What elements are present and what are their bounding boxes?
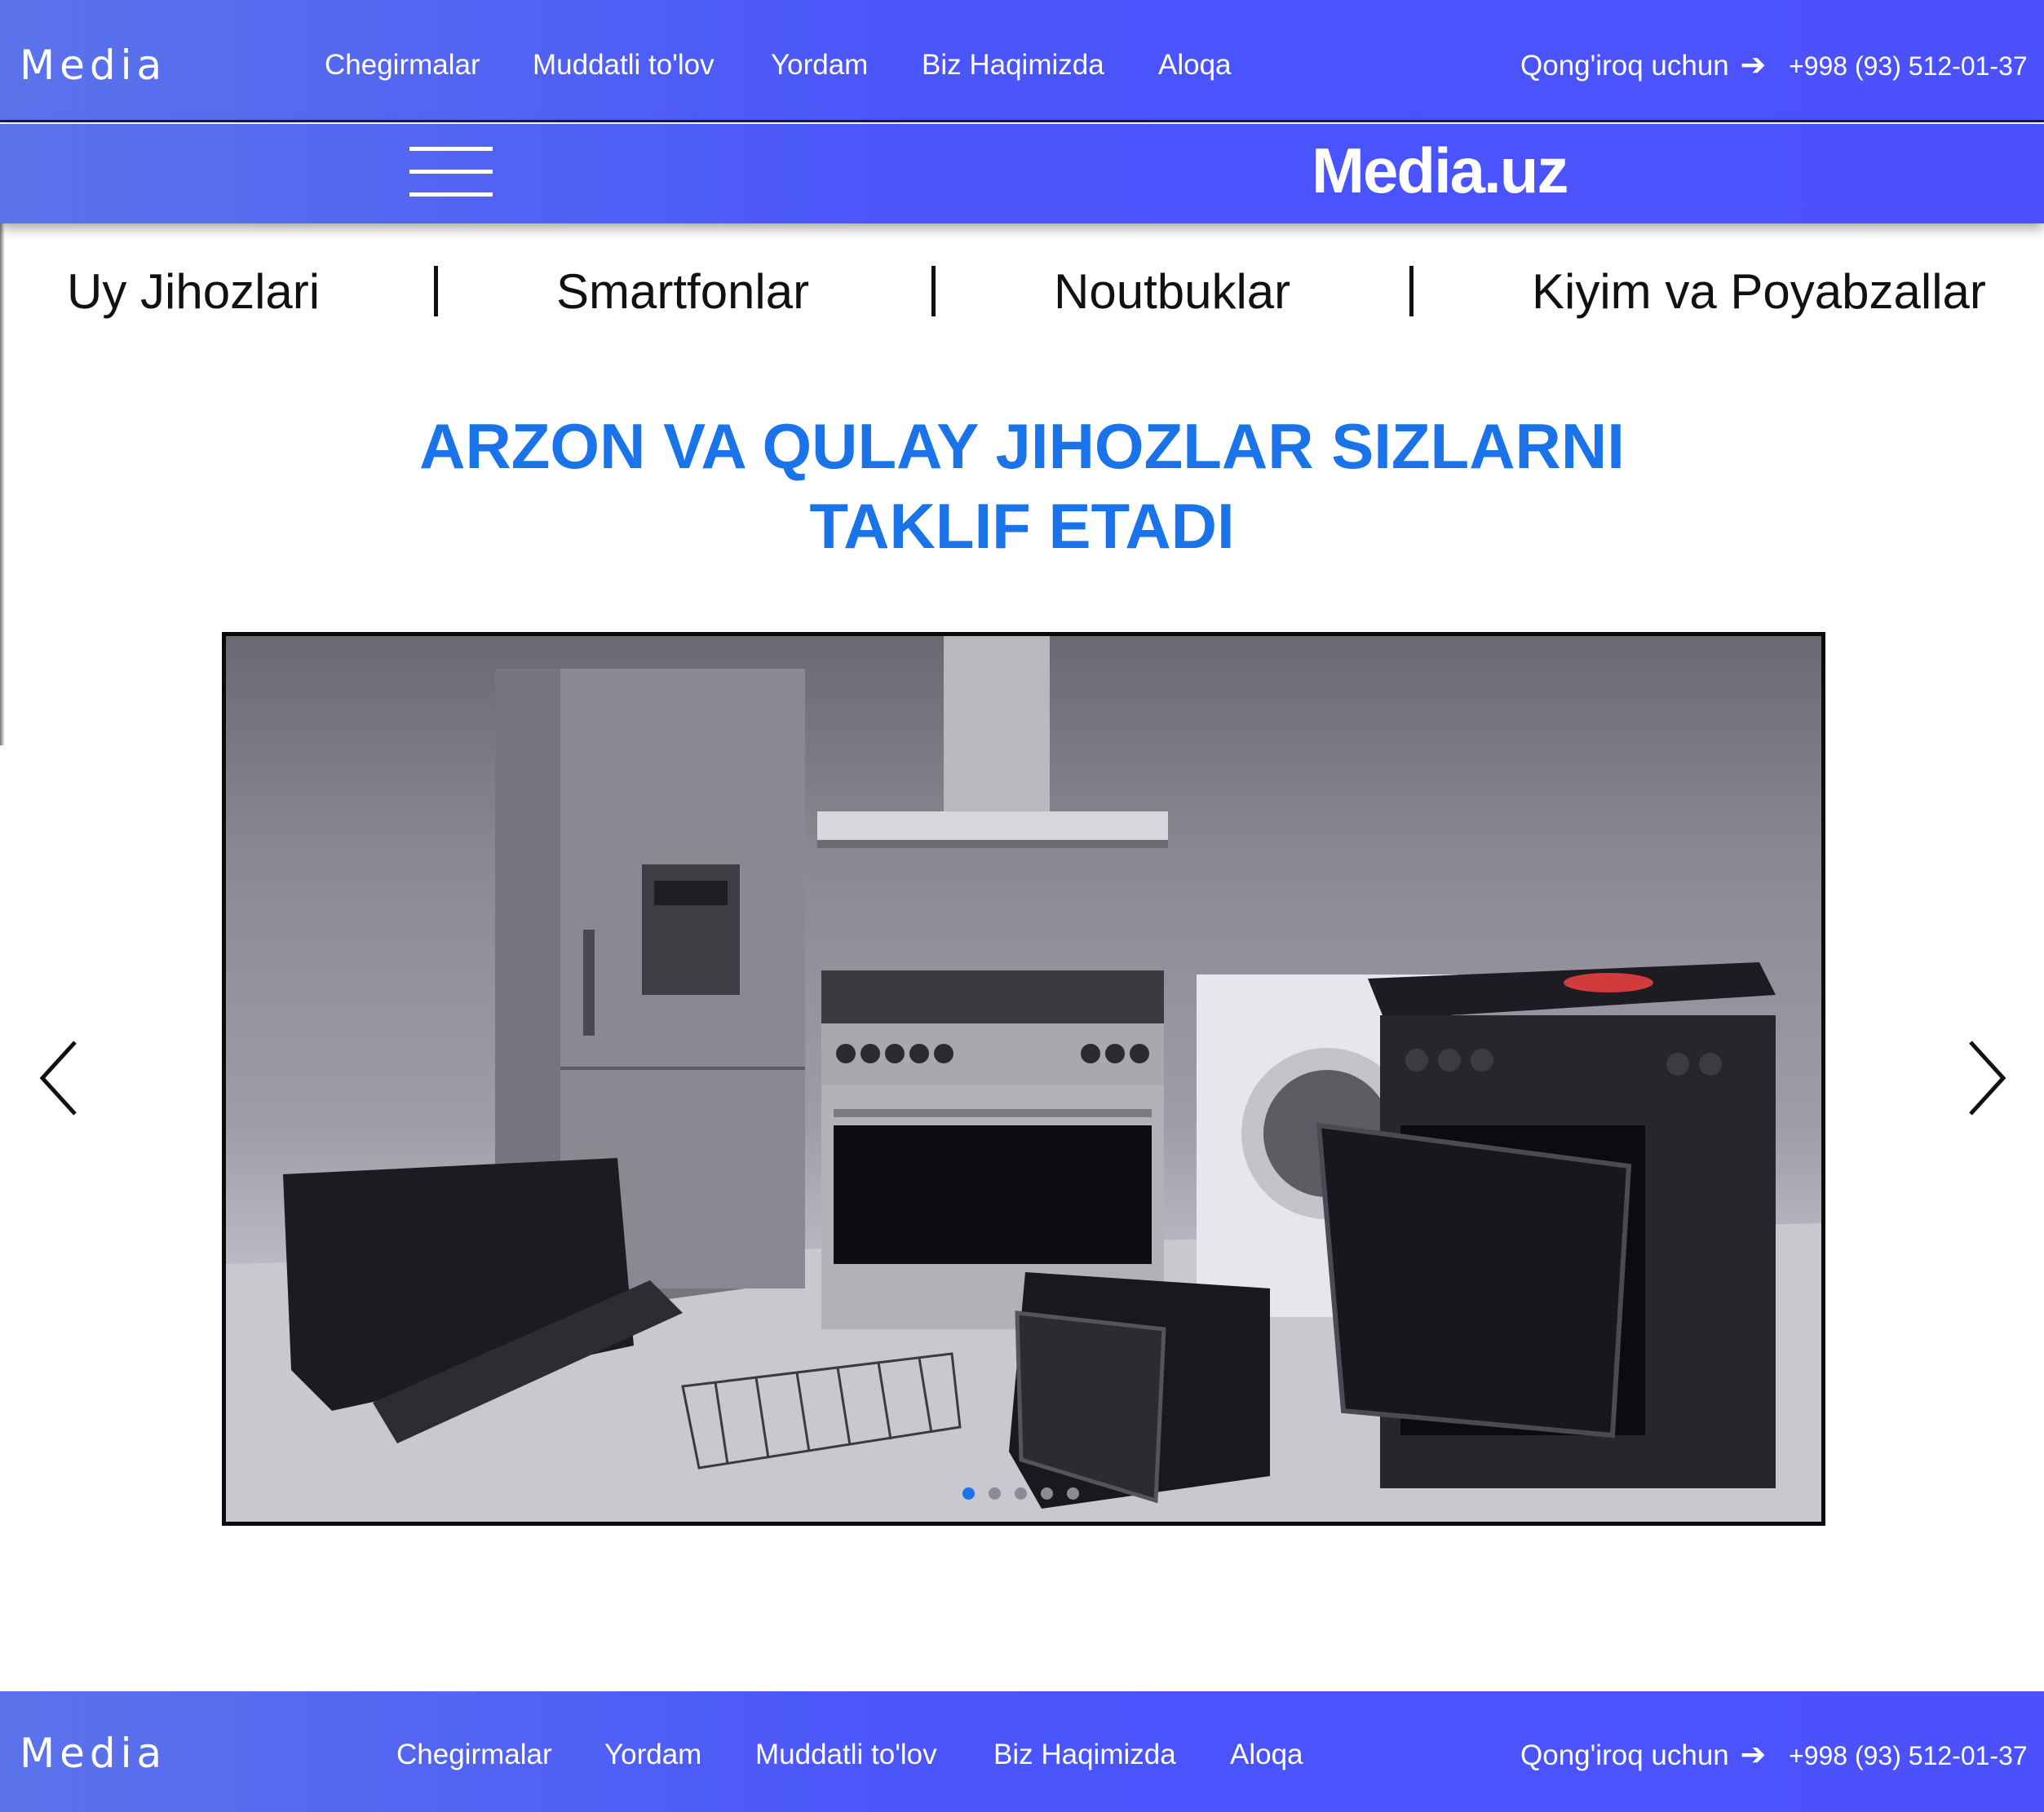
call-label-text: Qong'iroq uchun xyxy=(1520,50,1729,82)
category-smartfonlar[interactable]: Smartfonlar xyxy=(556,261,809,323)
nav-link-biz-haqimizda[interactable]: Biz Haqimizda xyxy=(922,47,1104,83)
carousel-dot-3[interactable] xyxy=(1015,1487,1027,1500)
footer-call-label: Qong'iroq uchun ➔ xyxy=(1520,1737,1769,1774)
menu-icon[interactable] xyxy=(409,145,493,199)
chevron-left-icon[interactable] xyxy=(36,1037,82,1119)
side-shadow xyxy=(0,223,5,745)
brand-name[interactable]: Media xyxy=(20,41,166,90)
category-divider xyxy=(931,266,936,316)
carousel-dot-5[interactable] xyxy=(1067,1487,1079,1500)
carousel-dot-2[interactable] xyxy=(989,1487,1001,1500)
carousel-dot-4[interactable] xyxy=(1041,1487,1053,1500)
hero-heading-line-1: ARZON VA QULAY JIHOZLAR SIZLARNI xyxy=(419,410,1625,482)
site-logo[interactable]: Media.uz xyxy=(1312,134,1568,207)
nav-link-aloqa[interactable]: Aloqa xyxy=(1158,47,1232,83)
hero-heading-line-2: TAKLIF ETADI xyxy=(809,490,1235,562)
carousel-slide-image[interactable] xyxy=(222,632,1825,1526)
chevron-right-icon[interactable] xyxy=(1964,1037,2010,1119)
arrow-right-icon: ➔ xyxy=(1740,48,1767,82)
nav-link-chegirmalar[interactable]: Chegirmalar xyxy=(325,47,480,83)
category-divider xyxy=(1409,266,1414,316)
footer-link-yordam[interactable]: Yordam xyxy=(604,1737,701,1773)
footer-call-label-text: Qong'iroq uchun xyxy=(1520,1739,1729,1771)
nav-link-yordam[interactable]: Yordam xyxy=(771,47,868,83)
footer-link-biz-haqimizda[interactable]: Biz Haqimizda xyxy=(993,1737,1176,1773)
phone-number[interactable]: +998 (93) 512-01-37 xyxy=(1789,49,2028,83)
logo-bar xyxy=(0,124,2044,223)
call-label: Qong'iroq uchun ➔ xyxy=(1520,47,1769,84)
footer-link-chegirmalar[interactable]: Chegirmalar xyxy=(396,1737,552,1773)
category-uy-jihozlari[interactable]: Uy Jihozlari xyxy=(67,261,320,323)
category-kiyim-va-poyabzallar[interactable]: Kiyim va Poyabzallar xyxy=(1532,261,1986,323)
carousel-dot-1[interactable] xyxy=(962,1487,975,1500)
footer-link-aloqa[interactable]: Aloqa xyxy=(1230,1737,1303,1773)
footer-brand-name[interactable]: Media xyxy=(20,1729,166,1778)
category-noutbuklar[interactable]: Noutbuklar xyxy=(1054,261,1290,323)
arrow-right-icon: ➔ xyxy=(1740,1738,1767,1772)
footer-link-muddatli-tolov[interactable]: Muddatli to'lov xyxy=(755,1737,937,1773)
nav-link-muddatli-tolov[interactable]: Muddatli to'lov xyxy=(533,47,715,83)
category-divider xyxy=(434,266,438,316)
appliances-illustration xyxy=(226,636,1821,1522)
hero-heading: ARZON VA QULAY JIHOZLAR SIZLARNI TAKLIF … xyxy=(326,406,1718,566)
footer-phone-number[interactable]: +998 (93) 512-01-37 xyxy=(1789,1739,2028,1773)
